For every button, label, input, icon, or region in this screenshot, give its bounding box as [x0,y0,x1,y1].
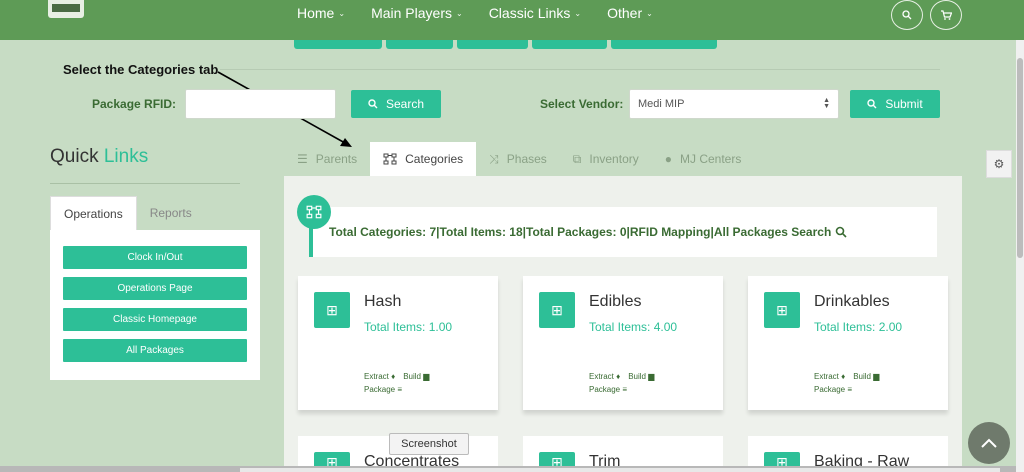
extract-link[interactable]: Extract ♦ [814,370,845,383]
cubes-icon: ⧉ [572,151,582,166]
tab-parents[interactable]: ☰ Parents [284,142,370,176]
chevron-up-icon [981,438,997,448]
tab-label: Inventory [589,152,639,166]
search-button[interactable]: Search [351,90,441,118]
package-rfid-input[interactable] [185,89,336,119]
select-vendor-label: Select Vendor: [540,97,624,111]
submit-button-label: Submit [885,97,923,111]
category-total: Total Items: 1.00 [364,320,453,334]
search-icon [368,99,378,109]
tab-categories[interactable]: Categories [370,142,477,176]
package-rfid-label: Package RFID: [92,97,177,111]
sitemap-icon: ⊞ [764,292,800,328]
classic-homepage-button[interactable]: Classic Homepage [63,308,247,331]
gear-icon: ⚙ [993,157,1005,171]
category-name: Hash [364,293,402,310]
quick-links-title: Quick Links [50,146,148,168]
search-icon [867,99,877,109]
tab-reports[interactable]: Reports [137,196,205,230]
category-links: Extract ♦ Build ▆ Package ≡ [589,370,654,396]
vendor-select-value: Medi MIP [638,98,685,110]
total-items: Total Items: 18 [439,225,523,239]
random-icon: ⤨ [489,151,499,166]
search-icon [835,226,847,238]
all-packages-button[interactable]: All Packages [63,339,247,362]
scroll-to-top-button[interactable] [968,422,1010,464]
sitemap-icon: ⊞ [314,292,350,328]
extract-link[interactable]: Extract ♦ [364,370,395,383]
divider [50,183,240,184]
vendor-select[interactable]: Medi MIP ▲ ▼ [629,89,839,119]
tab-mj-centers[interactable]: ● MJ Centers [652,142,755,176]
all-packages-search-link[interactable]: All Packages Search [714,225,831,239]
package-link[interactable]: Package ≡ [814,385,852,394]
tab-inventory[interactable]: ⧉ Inventory [560,142,652,176]
category-links: Extract ♦ Build ▆ Package ≡ [364,370,429,396]
settings-button[interactable]: ⚙ [986,150,1012,178]
horizontal-scrollbar-thumb[interactable] [240,468,1000,472]
sitemap-icon [297,195,331,229]
category-name: Edibles [589,293,642,310]
total-packages: Total Packages: 0 [526,225,627,239]
sitemap-icon: ⊞ [539,292,575,328]
main-tabs: ☰ Parents Categories ⤨ Phases ⧉ Inventor… [284,142,754,176]
category-card-hash[interactable]: ⊞ Hash Total Items: 1.00 Extract ♦ Build … [298,276,498,410]
sitemap-icon [383,153,397,165]
tab-label: Categories [405,152,464,166]
clock-in-out-button[interactable]: Clock In/Out [63,246,247,269]
build-link[interactable]: Build ▆ [403,370,429,383]
quick-links-title-accent: Links [103,146,149,167]
quick-links-title-prefix: Quick [50,146,99,167]
scrollbar-thumb[interactable] [1017,58,1023,258]
quick-links-body: Clock In/Out Operations Page Classic Hom… [50,230,260,380]
summary-bar: Total Categories: 7 | Total Items: 18 | … [309,207,937,257]
quick-links-tabs: Operations Reports [50,196,205,230]
package-link[interactable]: Package ≡ [364,385,402,394]
category-links: Extract ♦ Build ▆ Package ≡ [814,370,879,396]
list-icon: ☰ [297,152,308,166]
tab-label: MJ Centers [679,152,742,166]
tab-label: Phases [506,152,547,166]
package-link[interactable]: Package ≡ [589,385,627,394]
rfid-mapping-link[interactable]: RFID Mapping [630,225,711,239]
operations-page-button[interactable]: Operations Page [63,277,247,300]
tab-operations[interactable]: Operations [50,196,137,230]
select-arrows-icon: ▲ ▼ [823,97,830,110]
tab-phases[interactable]: ⤨ Phases [476,142,560,176]
screenshot-tooltip: Screenshot [389,433,469,455]
category-total: Total Items: 4.00 [589,320,678,334]
total-categories: Total Categories: 7 [329,225,437,239]
extract-link[interactable]: Extract ♦ [589,370,620,383]
user-icon: ● [664,152,672,166]
quick-links-panel: Operations Reports Clock In/Out Operatio… [50,196,260,380]
category-name: Drinkables [814,293,890,310]
build-link[interactable]: Build ▆ [628,370,654,383]
category-card-drinkables[interactable]: ⊞ Drinkables Total Items: 2.00 Extract ♦… [748,276,948,410]
category-total: Total Items: 2.00 [814,320,903,334]
category-card-edibles[interactable]: ⊞ Edibles Total Items: 4.00 Extract ♦ Bui… [523,276,723,410]
search-button-label: Search [385,97,425,111]
tab-label: Parents [315,152,358,166]
build-link[interactable]: Build ▆ [853,370,879,383]
submit-button[interactable]: Submit [850,90,940,118]
